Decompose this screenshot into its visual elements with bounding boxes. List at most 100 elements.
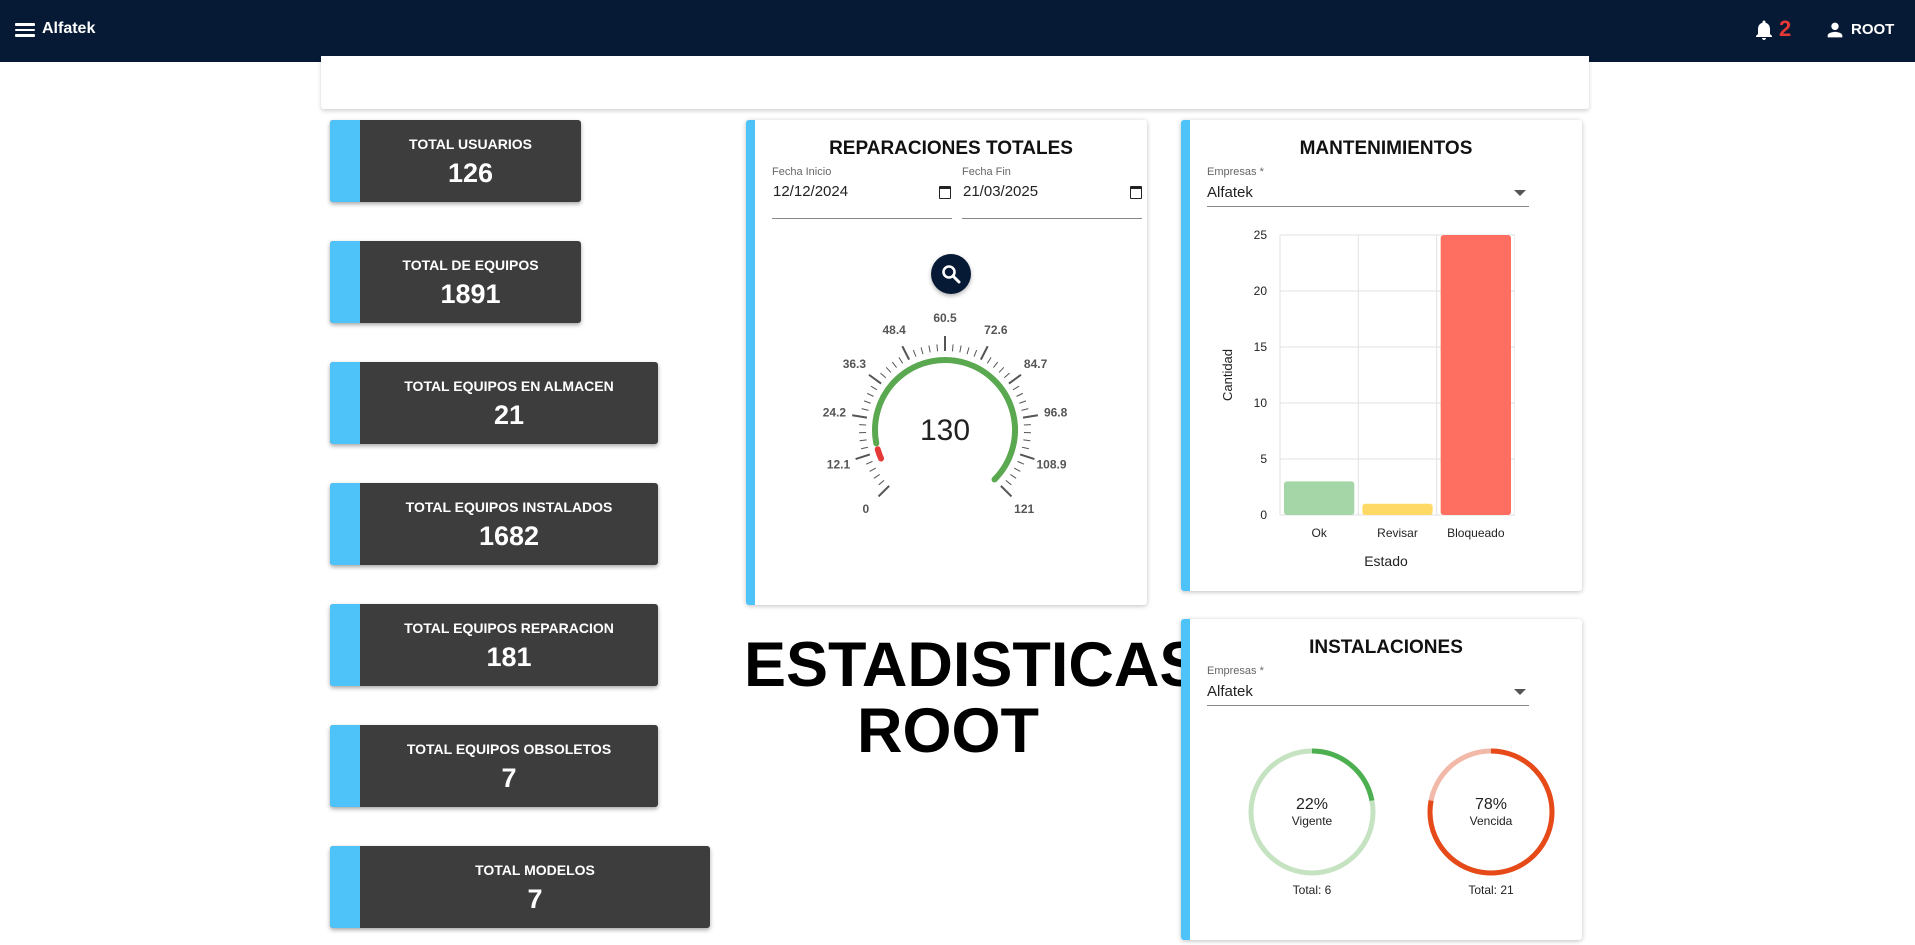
gauge-minor-tick xyxy=(860,446,869,450)
stat-accent xyxy=(330,725,360,807)
header-banner xyxy=(321,56,1589,109)
gauge-tick-label: 84.7 xyxy=(1024,357,1048,371)
y-tick-label: 15 xyxy=(1254,340,1268,354)
bar-bloqueado[interactable] xyxy=(1440,235,1511,515)
gauge-minor-tick xyxy=(859,439,867,442)
gauge-value: 130 xyxy=(920,414,970,447)
gauge-minor-tick xyxy=(1021,408,1029,411)
gauge-minor-tick xyxy=(898,357,904,364)
calendar-icon[interactable] xyxy=(939,186,951,199)
gauge-major-tick xyxy=(868,373,882,385)
donut-value-arc xyxy=(1311,748,1375,802)
gauge-minor-tick xyxy=(1003,372,1010,379)
gauge-major-tick xyxy=(1000,485,1013,498)
chevron-down-icon[interactable] xyxy=(1514,689,1526,695)
stat-accent xyxy=(330,604,360,686)
fecha-fin-input[interactable]: 21/03/2025 xyxy=(963,183,1038,200)
card-accent xyxy=(746,120,755,605)
fecha-inicio-label: Fecha Inicio xyxy=(772,166,832,178)
gauge-minor-tick xyxy=(861,408,869,411)
stat-label: TOTAL DE EQUIPOS xyxy=(402,257,539,273)
donut-label: Vencida xyxy=(1469,814,1513,828)
stat-value: 7 xyxy=(527,884,543,914)
gauge-minor-tick xyxy=(1013,467,1021,472)
chevron-down-icon[interactable] xyxy=(1514,190,1526,196)
gauge-major-tick xyxy=(1008,373,1022,385)
gauge-minor-tick xyxy=(880,372,887,379)
gauge-minor-tick xyxy=(959,345,962,353)
bar-revisar[interactable] xyxy=(1362,503,1433,515)
stat-accent xyxy=(330,362,360,444)
x-tick-label: Bloqueado xyxy=(1447,526,1505,540)
gauge-minor-tick xyxy=(1016,392,1024,397)
calendar-icon[interactable] xyxy=(1130,186,1142,199)
gauge-minor-tick xyxy=(869,467,877,472)
gauge-minor-tick xyxy=(986,357,992,364)
donut-vencida-center: 78% Vencida xyxy=(1425,796,1557,828)
y-axis-ticks: 0 5 10 15 20 25 xyxy=(1254,228,1268,522)
page-title-line2: ROOT xyxy=(857,696,1039,766)
gauge-minor-tick xyxy=(1021,446,1030,450)
y-tick-label: 0 xyxy=(1260,508,1267,522)
fecha-fin-label: Fecha Fin xyxy=(962,166,1011,178)
gauge-minor-tick xyxy=(1012,385,1020,391)
x-axis-label: Estado xyxy=(1364,553,1408,569)
gauge-minor-tick xyxy=(993,361,999,368)
fecha-inicio-input[interactable]: 12/12/2024 xyxy=(773,183,848,200)
stat-label: TOTAL MODELOS xyxy=(475,862,595,878)
empresa-underline xyxy=(1207,705,1529,706)
stat-card-equipos-reparacion: TOTAL EQUIPOS REPARACION 181 xyxy=(330,604,658,686)
x-tick-label: Revisar xyxy=(1377,526,1418,540)
gauge-tick-label: 72.6 xyxy=(984,323,1008,337)
search-button[interactable] xyxy=(931,254,971,294)
stat-accent xyxy=(330,120,360,202)
gauge-minor-tick xyxy=(865,460,873,465)
gauge-minor-tick xyxy=(1023,439,1031,442)
user-menu-label[interactable]: ROOT xyxy=(1851,21,1894,38)
stat-card-equipos-obsoletos: TOTAL EQUIPOS OBSOLETOS 7 xyxy=(330,725,658,807)
card-accent xyxy=(1181,619,1190,940)
card-accent xyxy=(1181,120,1190,591)
donut-total: Total: 6 xyxy=(1292,883,1332,897)
empresa-select[interactable]: Alfatek xyxy=(1207,683,1253,700)
gauge-major-tick xyxy=(852,414,868,419)
gauge-minor-tick xyxy=(920,347,924,355)
instalaciones-title: INSTALACIONES xyxy=(1309,637,1463,658)
notification-count[interactable]: 2 xyxy=(1779,16,1791,42)
donut-total: Total: 21 xyxy=(1468,883,1514,897)
y-tick-label: 20 xyxy=(1254,284,1268,298)
stat-label: TOTAL EQUIPOS OBSOLETOS xyxy=(406,741,612,757)
stat-label: TOTAL EQUIPOS INSTALADOS xyxy=(405,499,613,515)
gauge-major-tick xyxy=(1022,414,1038,419)
repair-gauge: 0 12.1 24.2 36.3 48.4 60.5 72.6 84.7 96.8 108.9 12… xyxy=(823,311,1068,516)
gauge-minor-tick xyxy=(1017,460,1025,465)
gauge-major-tick xyxy=(1019,453,1035,460)
stat-value: 7 xyxy=(501,763,517,793)
gauge-major-tick xyxy=(979,345,989,361)
stat-card-total-modelos: TOTAL MODELOS 7 xyxy=(330,846,710,928)
bell-icon[interactable] xyxy=(1752,18,1776,42)
stat-card-equipos-almacen: TOTAL EQUIPOS EN ALMACEN 21 xyxy=(330,362,658,444)
menu-icon[interactable] xyxy=(14,20,36,42)
x-axis-ticks: Ok Revisar Bloqueado xyxy=(1311,526,1504,540)
donut-label: Vigente xyxy=(1291,814,1333,828)
donut-vigente-center: 22% Vigente xyxy=(1246,796,1378,828)
user-icon[interactable] xyxy=(1824,19,1846,41)
page-title: ESTADISTICAS ROOT xyxy=(744,632,1201,766)
gauge-minor-tick xyxy=(870,385,878,391)
reparaciones-title: REPARACIONES TOTALES xyxy=(829,138,1073,159)
gauge-tick-label: 108.9 xyxy=(1037,458,1067,472)
gauge-tick-label: 24.2 xyxy=(823,405,847,419)
gauge-minor-tick xyxy=(878,479,885,486)
donut-percent: 22% xyxy=(1295,796,1329,813)
empresas-label: Empresas * xyxy=(1207,166,1264,178)
gauge-tick-label: 12.1 xyxy=(827,458,851,472)
gauge-minor-tick xyxy=(866,392,874,397)
gauge-minor-tick xyxy=(998,366,1005,373)
gauge-minor-tick xyxy=(1019,400,1027,404)
bar-ok[interactable] xyxy=(1284,481,1355,515)
empresa-select[interactable]: Alfatek xyxy=(1207,184,1253,201)
stat-value: 1682 xyxy=(478,521,540,551)
stat-card-total-usuarios: TOTAL USUARIOS 126 xyxy=(330,120,581,202)
gauge-minor-tick xyxy=(951,344,954,352)
